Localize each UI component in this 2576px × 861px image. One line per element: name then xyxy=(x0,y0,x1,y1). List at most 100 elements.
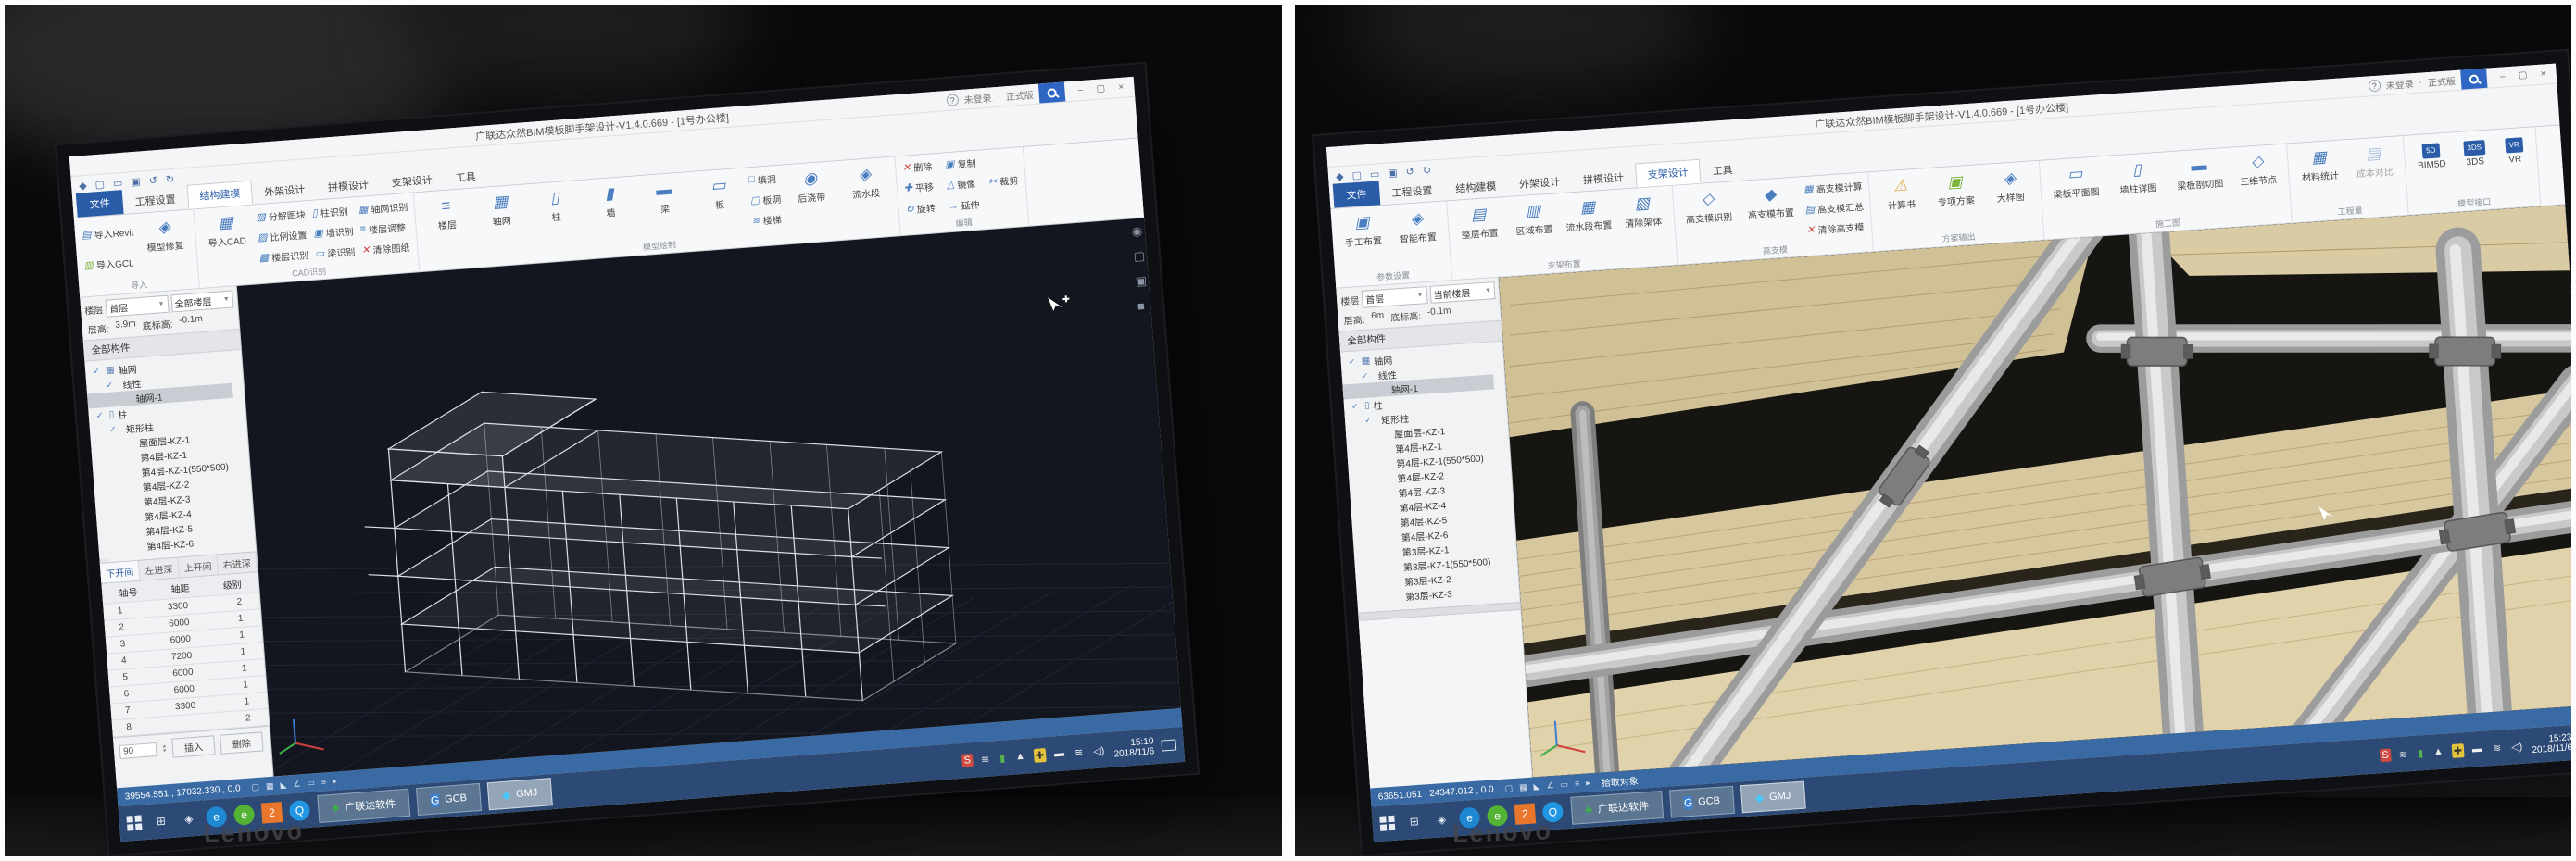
copy-button[interactable]: ▣复制 xyxy=(943,156,978,172)
extend-button[interactable]: →延伸 xyxy=(946,197,982,214)
view-tool-icon[interactable]: ■ xyxy=(1137,298,1149,313)
flow-segment-layout-button[interactable]: ▦流水段布置 xyxy=(1561,192,1615,234)
floor-adjust-button[interactable]: ≡楼层调整 xyxy=(358,218,411,236)
clear-frame-button[interactable]: ▧清除架体 xyxy=(1615,188,1669,231)
hsm-layout-button[interactable]: ◆高支模布置 xyxy=(1739,180,1801,222)
scale-setting-button[interactable]: ▨比例设置 xyxy=(256,227,309,244)
status-toggle-icon[interactable]: ▭ xyxy=(307,778,315,789)
slab-plan-button[interactable]: ▭梁板平面图 xyxy=(2044,158,2106,201)
wall-col-detail-button[interactable]: ▯墙柱详图 xyxy=(2106,154,2168,196)
hsm-summary-button[interactable]: ▤高支模汇总 xyxy=(1803,198,1866,217)
close-button[interactable]: × xyxy=(1111,81,1132,94)
detail-drawing-button[interactable]: ◈大样图 xyxy=(1982,163,2037,206)
status-toggle-icon[interactable]: ▢ xyxy=(1504,783,1513,794)
status-toggle-icon[interactable]: ∠ xyxy=(1546,780,1554,792)
stepper-icons[interactable]: ▲▼ xyxy=(162,744,168,754)
calc-book-button[interactable]: ⚠计算书 xyxy=(1873,170,1928,213)
status-toggle-icon[interactable]: ▸ xyxy=(1585,778,1590,788)
clock[interactable]: 15:10 2018/11/6 xyxy=(1112,736,1154,760)
ribbon-tab[interactable]: 支架设计 xyxy=(1634,159,1701,188)
column-button[interactable]: ▯柱 xyxy=(528,182,583,225)
floor-recognize-button[interactable]: ▩楼层识别 xyxy=(257,247,310,265)
import-cad-button[interactable]: ▦导入CAD xyxy=(199,207,254,250)
status-toggle-icon[interactable]: ▸ xyxy=(333,776,337,786)
quick-access-icon[interactable]: ▢ xyxy=(94,178,105,191)
tray-icon[interactable]: ▬ xyxy=(1052,746,1067,760)
taskbar-app-icon[interactable]: ◈ xyxy=(1430,809,1451,830)
taskbar-app-button[interactable]: ◆GMJ xyxy=(487,778,553,810)
flow-segment-button[interactable]: ◈流水段 xyxy=(837,159,892,202)
tray-icon[interactable]: ≋ xyxy=(1072,744,1085,759)
help-icon[interactable]: ? xyxy=(2368,80,2381,93)
wall-recognize-button[interactable]: ▣墙识别 xyxy=(311,223,356,241)
restore-button[interactable]: ▢ xyxy=(1090,83,1112,95)
quick-access-icon[interactable]: ▣ xyxy=(1387,166,1397,179)
bim5d-button[interactable]: 5DBIM5D xyxy=(2408,134,2453,171)
status-toggle-icon[interactable]: ◣ xyxy=(1533,781,1540,792)
ribbon-tab[interactable]: 结构建模 xyxy=(1443,174,1507,201)
vr-button[interactable]: VRVR xyxy=(2495,130,2532,166)
status-toggle-icon[interactable]: ▭ xyxy=(1560,779,1568,790)
action-center-icon[interactable] xyxy=(1161,739,1176,751)
quick-access-icon[interactable]: ◆ xyxy=(79,179,87,192)
tray-icon[interactable]: ✚ xyxy=(2451,743,2464,758)
ribbon-tab[interactable]: 文件 xyxy=(1332,181,1380,207)
smart-layout-button[interactable]: ◈智能布置 xyxy=(1389,204,1444,246)
quick-access-icon[interactable]: ↻ xyxy=(165,172,174,185)
status-toggle-icon[interactable]: ▢ xyxy=(251,781,259,792)
status-toggle-icon[interactable]: ∠ xyxy=(293,779,301,790)
model-repair-button[interactable]: ◈模型修复 xyxy=(137,212,192,255)
import-gcl-button[interactable]: ▥导入GCL xyxy=(82,255,138,272)
delete-button[interactable]: ✕删除 xyxy=(900,158,935,175)
move-button[interactable]: ✚平移 xyxy=(901,180,936,196)
angle-input[interactable] xyxy=(119,742,157,759)
tray-icon[interactable]: ◁) xyxy=(1091,743,1107,758)
column-recognize-button[interactable]: ▯柱识别 xyxy=(309,203,354,220)
hsm-calc-button[interactable]: ▦高支模计算 xyxy=(1801,178,1864,196)
view-tool-icon[interactable]: ◉ xyxy=(1131,224,1143,240)
ribbon-tab[interactable]: 外架设计 xyxy=(1507,169,1571,196)
taskbar-app-button[interactable]: ◆GMJ xyxy=(1740,781,1804,814)
restore-button[interactable]: ▢ xyxy=(2512,69,2533,81)
quick-access-icon[interactable]: ↺ xyxy=(148,174,157,187)
fill-hole-button[interactable]: □填洞 xyxy=(747,170,782,187)
quick-access-icon[interactable]: ▭ xyxy=(1369,168,1379,181)
close-button[interactable]: × xyxy=(2532,69,2554,80)
start-button[interactable] xyxy=(1379,815,1396,831)
quick-access-icon[interactable]: ↻ xyxy=(1422,164,1431,177)
taskbar-app-button[interactable]: GGCB xyxy=(416,783,482,816)
taskbar-app-button[interactable]: GGCB xyxy=(1668,786,1734,818)
slab-hole-button[interactable]: ▢板洞 xyxy=(748,191,783,207)
tray-icon[interactable]: ◁) xyxy=(2508,739,2524,754)
tray-icon[interactable]: ≋ xyxy=(2490,741,2503,755)
tree-scrollbar[interactable] xyxy=(99,558,109,563)
mirror-button[interactable]: △镜像 xyxy=(944,176,977,193)
hsm-clear-button[interactable]: ✕清除高支模 xyxy=(1803,218,1866,237)
delete-row-button[interactable]: 删除 xyxy=(220,731,263,754)
ribbon-tab[interactable]: 工具 xyxy=(444,165,488,190)
status-toggle-icon[interactable]: ≡ xyxy=(320,777,326,787)
ribbon-tab[interactable]: 结构建模 xyxy=(186,181,253,209)
material-stat-button[interactable]: ▦材料统计 xyxy=(2292,142,2346,184)
tray-icon[interactable]: S xyxy=(2379,748,2390,762)
ribbon-tab[interactable]: 文件 xyxy=(76,190,124,218)
quick-access-icon[interactable]: ▣ xyxy=(131,175,141,188)
3ds-button[interactable]: 3DS3DS xyxy=(2454,131,2494,168)
ribbon-tab[interactable]: 工具 xyxy=(1700,158,1744,183)
quick-access-icon[interactable]: ↺ xyxy=(1405,165,1414,178)
minimize-button[interactable]: – xyxy=(1070,84,1091,96)
stair-button[interactable]: ≋楼梯 xyxy=(749,211,785,228)
tray-icon[interactable]: ≋ xyxy=(2396,747,2409,762)
cost-compare-button[interactable]: ▤成本对比 xyxy=(2346,138,2401,181)
minimize-button[interactable]: – xyxy=(2492,71,2513,82)
login-status[interactable]: 未登录 xyxy=(2385,76,2414,92)
rotate-button[interactable]: ↻旋转 xyxy=(903,200,937,217)
search-button[interactable] xyxy=(1038,81,1065,103)
import-revit-button[interactable]: ▤导入Revit xyxy=(80,224,136,242)
trim-button[interactable]: ✂裁剪 xyxy=(986,173,1021,190)
floor-button[interactable]: ≡楼层 xyxy=(419,191,473,233)
tray-icon[interactable]: ✚ xyxy=(1033,748,1046,763)
slab-button[interactable]: ▭板 xyxy=(692,170,747,213)
tray-icon[interactable]: ▮ xyxy=(2415,745,2425,760)
model-viewport[interactable] xyxy=(1498,205,2571,777)
